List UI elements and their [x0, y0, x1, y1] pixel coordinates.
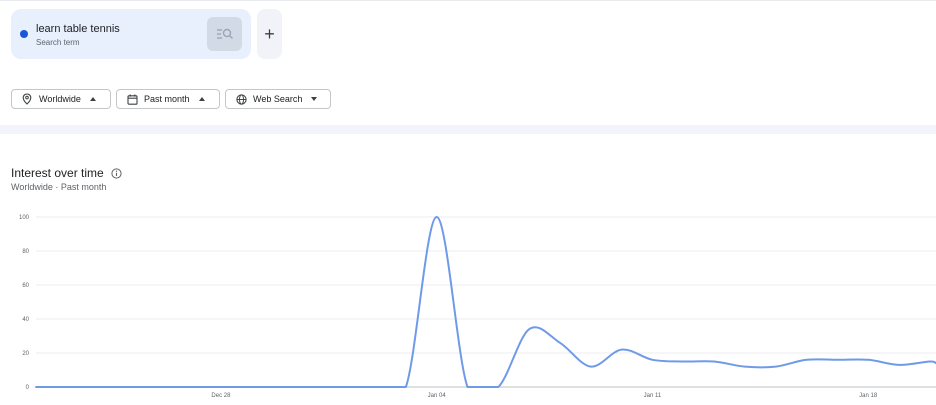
region-filter-label: Worldwide: [39, 94, 81, 104]
y-tick-label: 60: [22, 283, 29, 289]
y-tick-label: 80: [22, 249, 29, 255]
section-title: Interest over time: [11, 166, 104, 180]
search-list-icon: [216, 28, 233, 40]
calendar-icon: [125, 92, 139, 106]
time-filter-label: Past month: [144, 94, 190, 104]
property-filter-label: Web Search: [253, 94, 303, 104]
section-divider-band: [0, 125, 936, 134]
caret-up-icon: [198, 97, 205, 101]
x-tick-label: Jan 04: [428, 393, 447, 399]
y-tick-label: 100: [19, 215, 30, 221]
search-term-type: Search term: [36, 38, 80, 47]
search-term-label: learn table tennis: [36, 23, 120, 35]
y-tick-label: 40: [22, 317, 29, 323]
y-tick-label: 0: [26, 385, 30, 391]
series-line: [35, 216, 936, 388]
search-term-button[interactable]: [207, 17, 242, 51]
add-comparison-button[interactable]: +: [257, 9, 282, 59]
x-tick-label: Dec 28: [211, 393, 231, 399]
caret-up-icon: [89, 97, 96, 101]
info-icon[interactable]: [111, 166, 122, 184]
location-pin-icon: [20, 92, 34, 106]
search-term-card[interactable]: learn table tennis Search term: [11, 9, 251, 59]
region-filter[interactable]: Worldwide: [11, 89, 111, 109]
y-tick-label: 20: [22, 351, 29, 357]
caret-down-icon: [311, 97, 318, 101]
section-subtitle: Worldwide · Past month: [11, 182, 107, 192]
interest-over-time-chart: 0 20 40 60 80 100 Dec 28 Jan 04 Jan 11 Jan 18: [19, 215, 936, 399]
x-tick-label: Jan 11: [644, 393, 662, 399]
globe-icon: [234, 92, 248, 106]
time-filter[interactable]: Past month: [116, 89, 220, 109]
plus-icon: +: [264, 23, 275, 44]
property-filter[interactable]: Web Search: [225, 89, 331, 109]
top-divider: [0, 0, 936, 1]
x-tick-label: Jan 18: [859, 393, 878, 399]
term-color-dot: [20, 30, 28, 38]
